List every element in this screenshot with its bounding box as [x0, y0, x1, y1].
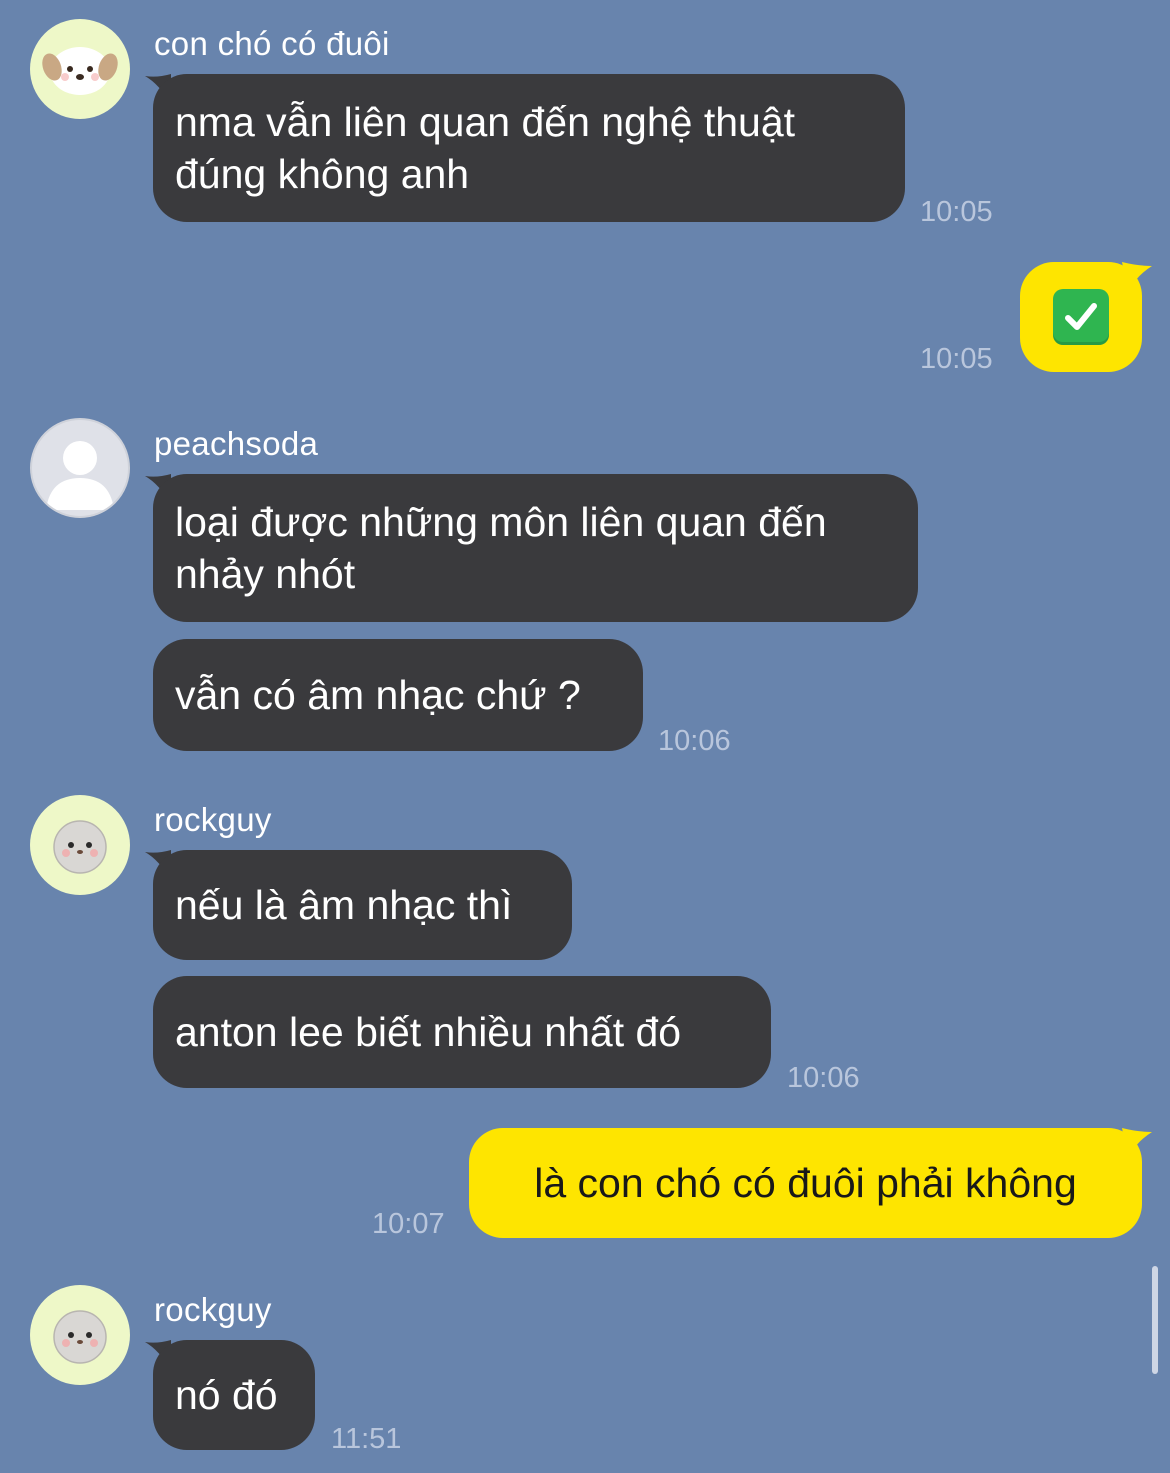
message-bubble[interactable]: nếu là âm nhạc thì	[153, 850, 572, 960]
message-bubble[interactable]: vẫn có âm nhạc chứ ?	[153, 639, 643, 751]
message-timestamp: 10:06	[658, 725, 731, 757]
avatar-default[interactable]	[30, 418, 130, 518]
message-timestamp: 10:06	[787, 1062, 860, 1094]
message-timestamp: 11:51	[331, 1423, 402, 1455]
scrollbar[interactable]	[1152, 1266, 1158, 1374]
message-timestamp: 10:05	[920, 343, 993, 375]
outgoing-bubble[interactable]: là con chó có đuôi phải không	[469, 1128, 1142, 1238]
message-text: là con chó có đuôi phải không	[534, 1159, 1077, 1206]
message-bubble[interactable]: nma vẫn liên quan đến nghệ thuật đúng kh…	[153, 74, 905, 222]
avatar-seal[interactable]	[30, 795, 130, 895]
bubble-tail	[1122, 262, 1152, 292]
message-bubble[interactable]: loại được những môn liên quan đến nhảy n…	[153, 474, 918, 622]
sender-name: peachsoda	[154, 425, 319, 462]
message-text-line: nma vẫn liên quan đến nghệ thuật	[175, 99, 796, 145]
white-check-mark-icon	[1053, 289, 1109, 345]
message-text-line: nó đó	[175, 1372, 278, 1418]
message-text-line: vẫn có âm nhạc chứ ?	[175, 672, 581, 718]
message-text-line: anton lee biết nhiều nhất đó	[175, 1009, 682, 1055]
message-text-line: nhảy nhót	[175, 551, 356, 597]
avatar-dog[interactable]	[30, 19, 130, 119]
sender-name: rockguy	[154, 801, 272, 838]
message-bubble[interactable]: anton lee biết nhiều nhất đó	[153, 976, 771, 1088]
sender-name: con chó có đuôi	[154, 25, 390, 62]
message-text-line: nếu là âm nhạc thì	[175, 882, 513, 928]
message-text-line: đúng không anh	[175, 151, 470, 197]
message-bubble[interactable]: nó đó	[153, 1340, 315, 1450]
message-timestamp: 10:07	[372, 1208, 445, 1240]
bubble-tail	[1122, 1128, 1152, 1158]
sender-name: rockguy	[154, 1291, 272, 1328]
message-timestamp: 10:05	[920, 196, 993, 228]
avatar-seal[interactable]	[30, 1285, 130, 1385]
message-text-line: loại được những môn liên quan đến	[175, 499, 827, 545]
